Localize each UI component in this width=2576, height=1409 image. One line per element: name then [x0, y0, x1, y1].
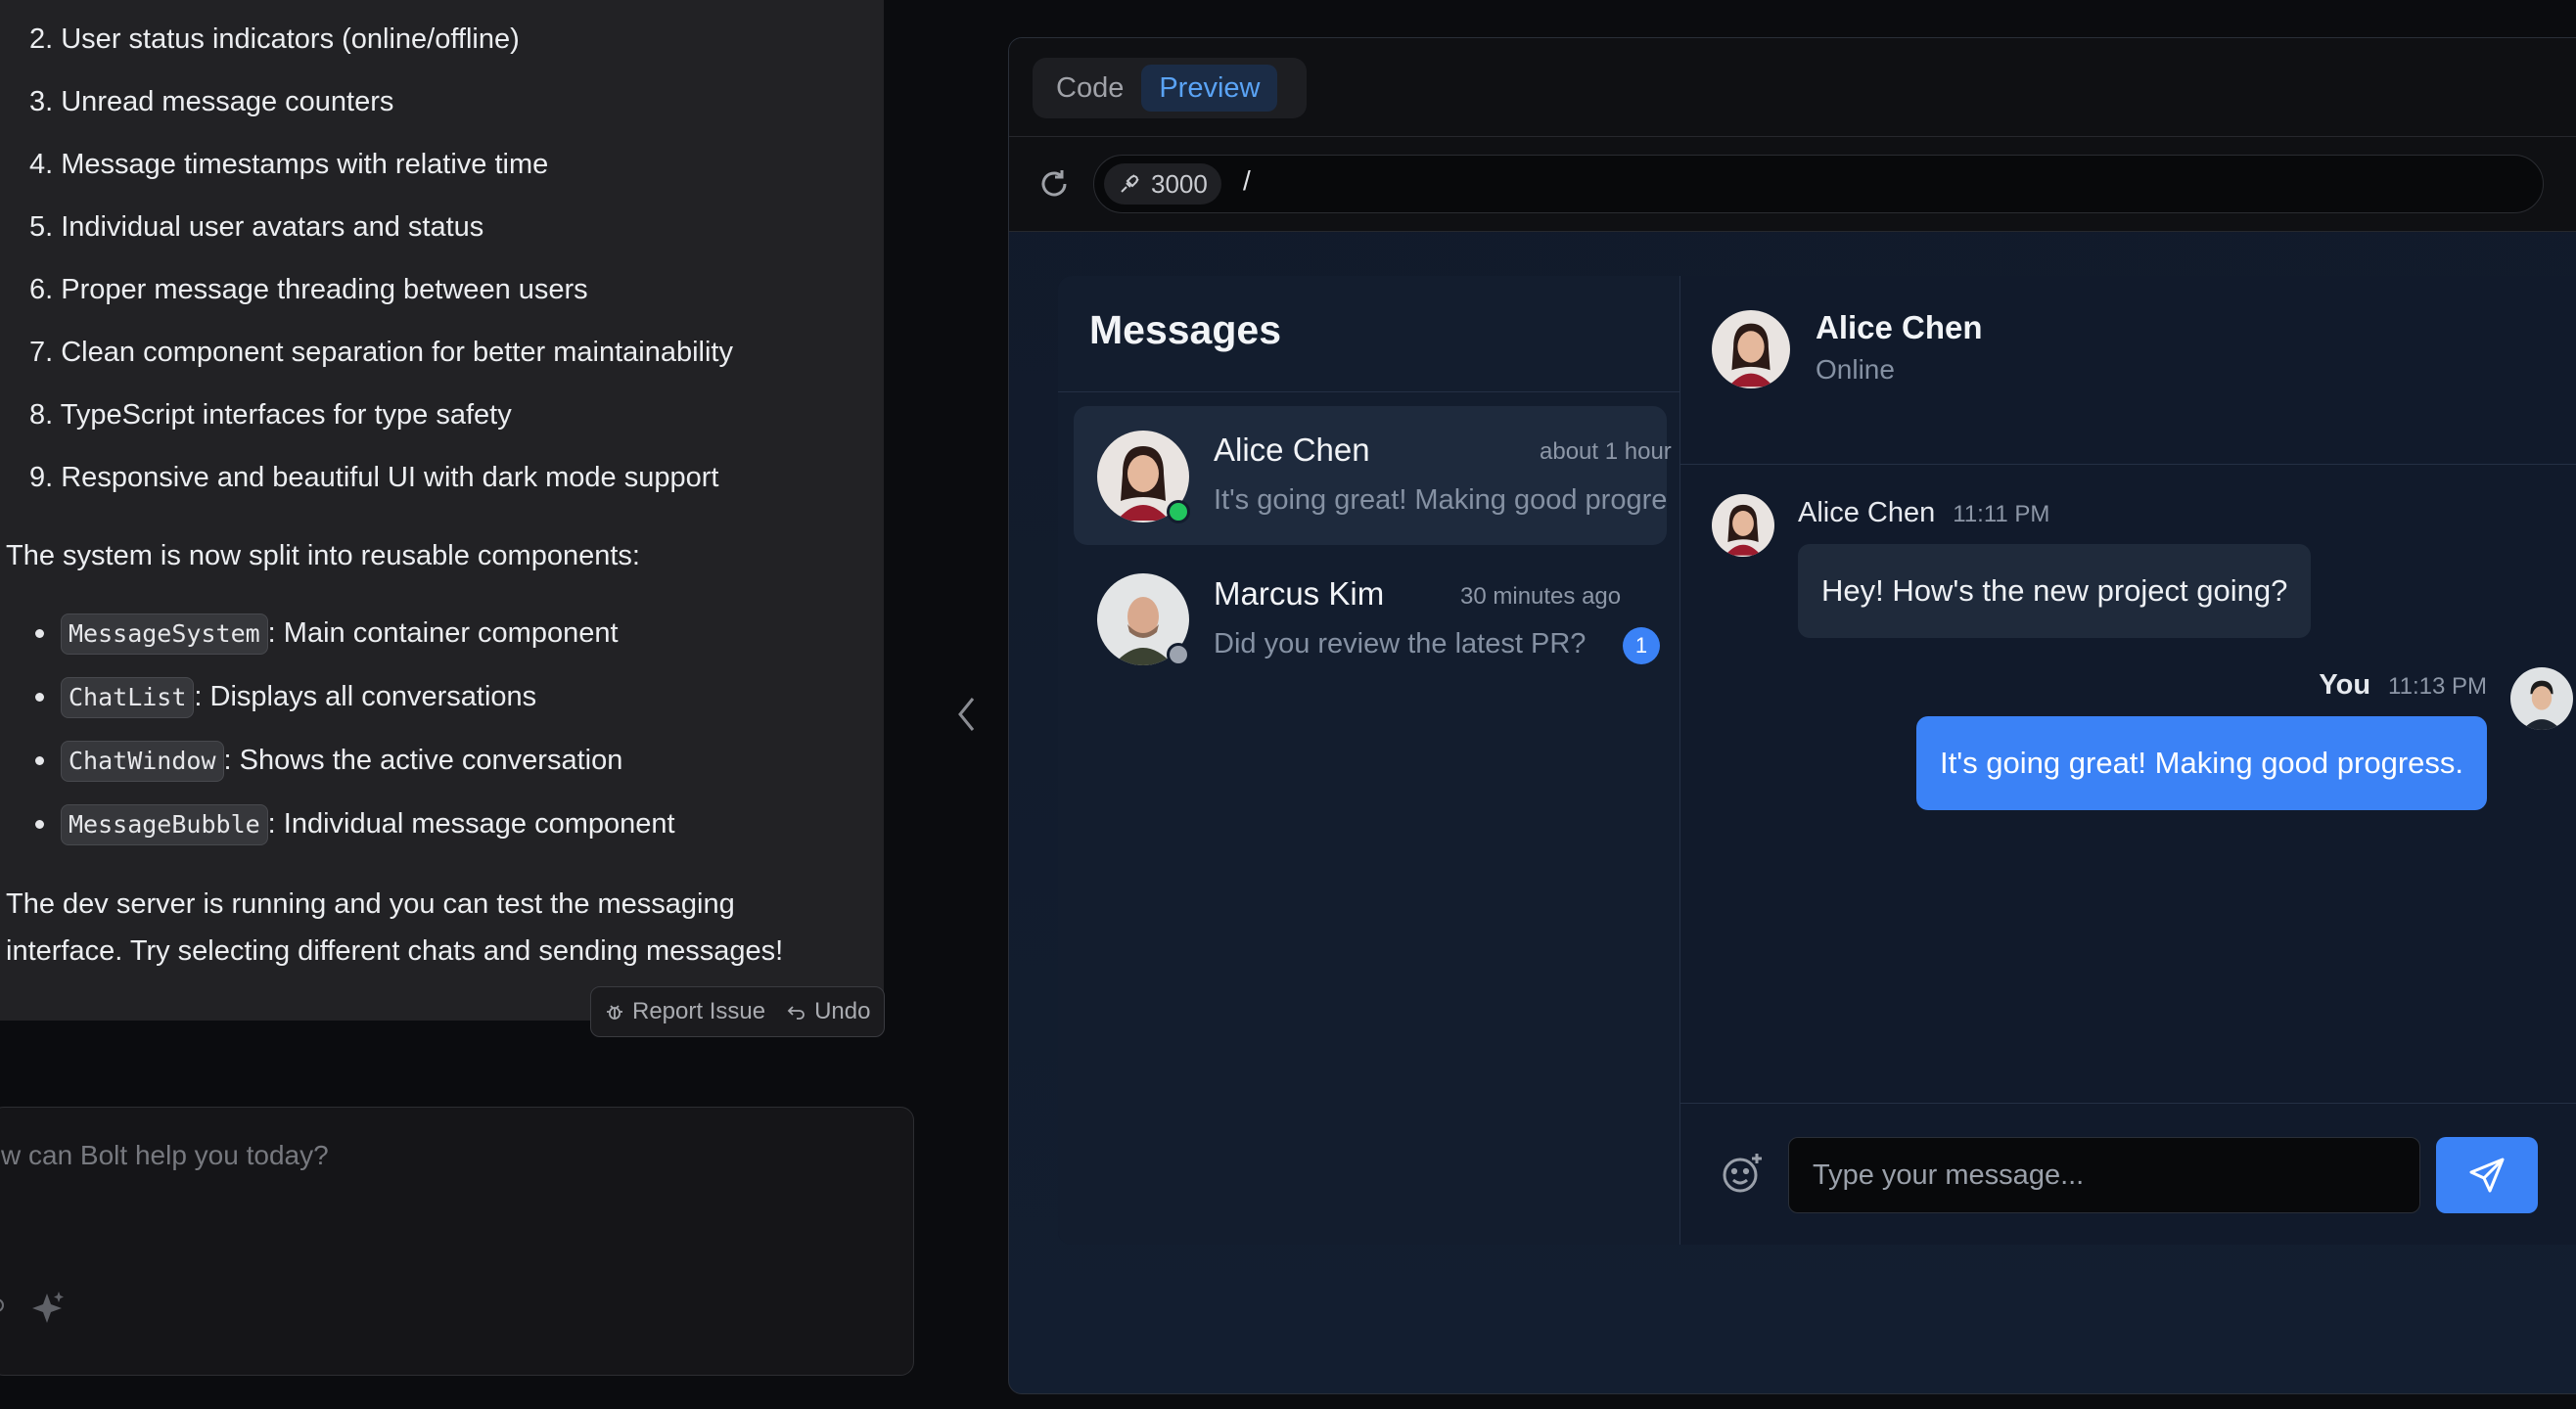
- undo-label: Undo: [814, 998, 871, 1024]
- chat-preview: Did you review the latest PR?: [1214, 628, 1587, 659]
- feature-item: 9. Responsive and beautiful UI with dark…: [29, 462, 719, 493]
- chat-item-alice[interactable]: Alice Chen about 1 hour It's going great…: [1074, 406, 1672, 545]
- chat-time: about 1 hour: [1540, 438, 1672, 465]
- offline-indicator: [1167, 643, 1190, 666]
- tab-preview[interactable]: Preview: [1141, 65, 1278, 112]
- message-time: 11:11 PM: [1953, 501, 2050, 527]
- inline-code: ChatList: [61, 677, 195, 719]
- view-toggle: Code Preview: [1033, 58, 1307, 118]
- message-input[interactable]: [1788, 1137, 2420, 1213]
- send-icon: [2469, 1158, 2505, 1193]
- component-desc: : Displays all conversations: [194, 681, 537, 712]
- chat-header: Alice Chen Online: [1680, 276, 2576, 465]
- chevron-left-icon[interactable]: [954, 695, 980, 734]
- preview-address-bar: 3000 /: [1009, 137, 2576, 232]
- message-meta: You 11:13 PM: [2319, 669, 2487, 702]
- prompt-box[interactable]: w can Bolt help you today?: [0, 1107, 914, 1376]
- assistant-response: 2. User status indicators (online/offlin…: [0, 0, 884, 1021]
- sender-name: You: [2319, 669, 2371, 701]
- bullet-dot: [35, 756, 44, 765]
- bullet-dot: [35, 629, 44, 638]
- message-bubble-outgoing: It's going great! Making good progress.: [1916, 716, 2487, 810]
- component-item: ChatWindow: Shows the active conversatio…: [0, 736, 675, 799]
- undo-button[interactable]: Undo: [787, 998, 870, 1025]
- component-list: MessageSystem: Main container component …: [0, 609, 675, 863]
- contact-name: Alice Chen: [1816, 309, 1983, 345]
- feature-item: 5. Individual user avatars and status: [29, 211, 484, 243]
- inline-code: MessageBubble: [61, 804, 268, 846]
- bug-icon: [607, 1005, 622, 1020]
- unread-badge: 1: [1623, 627, 1660, 664]
- contact-status: Online: [1816, 354, 1895, 385]
- avatar: [2510, 667, 2573, 730]
- component-item: MessageSystem: Main container component: [0, 609, 675, 672]
- component-desc: : Main container component: [267, 617, 619, 649]
- online-indicator: [1167, 500, 1190, 523]
- port-number: 3000: [1151, 168, 1208, 199]
- messaging-app: Messages Alice Chen about 1 hour It's go…: [1058, 276, 2576, 1245]
- url-bar[interactable]: 3000 /: [1093, 155, 2544, 213]
- send-button[interactable]: [2436, 1137, 2538, 1213]
- feature-item: 6. Proper message threading between user…: [29, 274, 588, 305]
- preview-window: Code Preview 3000 / Messages Alice Chen …: [1008, 37, 2576, 1394]
- bullet-dot: [35, 820, 44, 829]
- closing-line-2: interface. Try selecting different chats…: [6, 935, 784, 967]
- component-item: ChatList: Displays all conversations: [0, 672, 675, 736]
- chat-name: Alice Chen: [1214, 432, 1370, 468]
- components-intro: The system is now split into reusable co…: [6, 540, 640, 571]
- workbench-header: Code Preview: [1009, 38, 2576, 137]
- message-meta: Alice Chen 11:11 PM: [1798, 497, 2049, 529]
- message-actions: Report Issue Undo: [590, 986, 886, 1037]
- feature-item: 2. User status indicators (online/offlin…: [29, 23, 520, 55]
- closing-line-1: The dev server is running and you can te…: [6, 888, 735, 920]
- port-selector[interactable]: 3000: [1104, 163, 1221, 205]
- component-item: MessageBubble: Individual message compon…: [0, 799, 675, 863]
- undo-icon: [787, 1006, 805, 1020]
- message-bubble-incoming: Hey! How's the new project going?: [1798, 544, 2312, 638]
- sparkle-icon[interactable]: [28, 1290, 66, 1327]
- message-composer: [1680, 1103, 2576, 1245]
- report-issue-button[interactable]: Report Issue: [605, 998, 765, 1025]
- feature-item: 7. Clean component separation for better…: [29, 337, 733, 368]
- reload-icon[interactable]: [1036, 166, 1072, 202]
- messages-title: Messages: [1089, 307, 1282, 352]
- inline-code: MessageSystem: [61, 614, 268, 656]
- chat-time: 30 minutes ago: [1460, 583, 1622, 610]
- url-path[interactable]: /: [1243, 165, 1251, 197]
- avatar: [1712, 494, 1774, 557]
- chat-window: Alice Chen Online Alice Chen 11:11 PM He…: [1680, 276, 2576, 1245]
- chat-list: Messages Alice Chen about 1 hour It's go…: [1058, 276, 1680, 1245]
- attach-icon[interactable]: [0, 1292, 11, 1321]
- component-desc: : Shows the active conversation: [223, 745, 623, 776]
- feature-item: 3. Unread message counters: [29, 86, 394, 117]
- prompt-placeholder[interactable]: w can Bolt help you today?: [1, 1140, 329, 1171]
- feature-list: 2. User status indicators (online/offlin…: [29, 18, 733, 519]
- message-time: 11:13 PM: [2388, 673, 2487, 700]
- component-desc: : Individual message component: [267, 808, 675, 840]
- chat-item-marcus[interactable]: Marcus Kim 30 minutes ago Did you review…: [1074, 560, 1667, 699]
- plug-icon: [1121, 174, 1139, 193]
- sender-name: Alice Chen: [1798, 497, 1936, 528]
- report-issue-label: Report Issue: [632, 998, 766, 1024]
- divider: [1058, 391, 1679, 392]
- feature-item: 8. TypeScript interfaces for type safety: [29, 399, 512, 431]
- bullet-dot: [35, 693, 44, 702]
- emoji-icon[interactable]: [1720, 1151, 1765, 1196]
- chat-preview: It's going great! Making good progre: [1214, 484, 1668, 516]
- avatar: [1712, 310, 1790, 388]
- chat-name: Marcus Kim: [1214, 575, 1385, 612]
- inline-code: ChatWindow: [61, 741, 224, 783]
- tab-code[interactable]: Code: [1038, 65, 1141, 112]
- feature-item: 4. Message timestamps with relative time: [29, 149, 549, 180]
